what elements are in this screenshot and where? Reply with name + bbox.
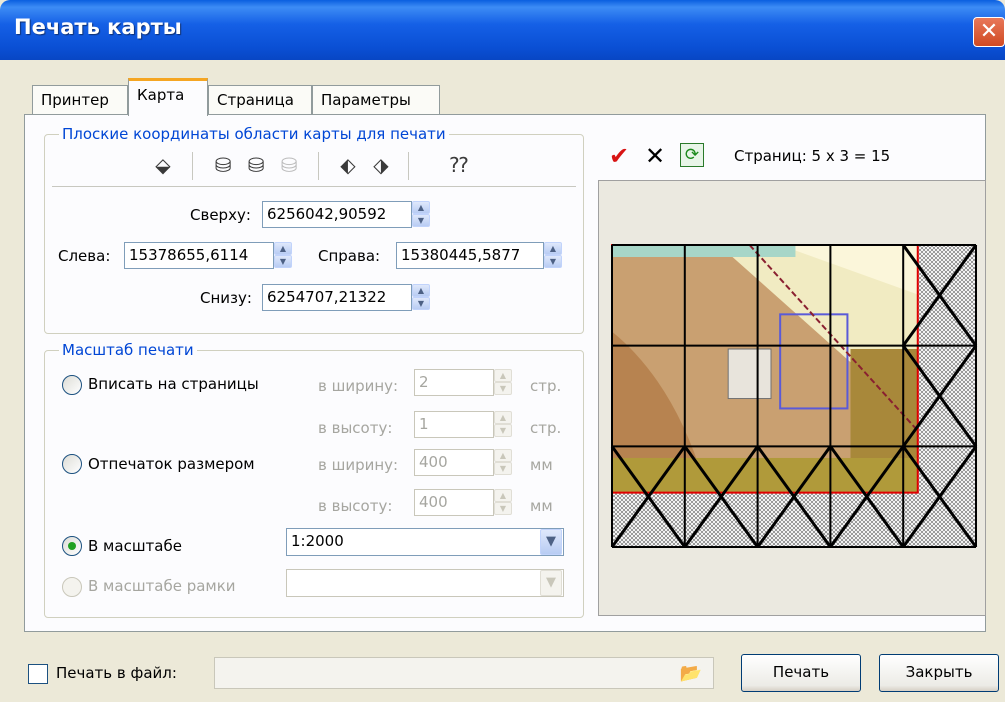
close-window-button[interactable]: ✕	[973, 17, 1005, 47]
frame-scale-radio[interactable]	[62, 577, 82, 597]
fit-width-spinner[interactable]: ▲ ▼	[494, 369, 512, 396]
coords-group-title: Плоские координаты области карты для печ…	[59, 125, 449, 143]
frame-scale-label: В масштабе рамки	[88, 577, 236, 595]
map-preview	[598, 180, 986, 616]
size-width-label: в ширину:	[318, 456, 399, 474]
close-button[interactable]: Закрыть	[879, 654, 999, 692]
fit-pages-radio[interactable]	[62, 375, 82, 395]
left-input[interactable]: 15378655,6114	[124, 242, 274, 269]
fit-pages-label: Вписать на страницы	[88, 375, 259, 393]
fit-height-label: в высоту:	[318, 419, 393, 437]
select-area-icon[interactable]: ⬖	[335, 152, 361, 178]
in-scale-label: В масштабе	[88, 537, 182, 555]
print-to-file-label: Печать в файл:	[56, 664, 177, 682]
frame-scale-dropdown-button[interactable]: ▼	[540, 570, 562, 596]
size-height-unit: мм	[530, 497, 553, 515]
fit-width-unit: стр.	[530, 377, 562, 395]
apply-check-icon[interactable]: ✔	[606, 143, 632, 169]
tab-parameters[interactable]: Параметры	[312, 85, 440, 115]
size-width-input[interactable]: 400	[414, 449, 494, 476]
print-to-file-checkbox[interactable]	[28, 664, 48, 684]
top-spinner[interactable]: ▲ ▼	[412, 201, 430, 228]
size-height-spinner[interactable]: ▲ ▼	[494, 489, 512, 516]
toolbar-divider	[52, 186, 576, 187]
left-label: Слева:	[58, 247, 111, 265]
tab-printer[interactable]: Принтер	[32, 85, 128, 115]
map-buildings	[727, 348, 772, 400]
right-label: Справа:	[318, 247, 381, 265]
toolbar-separator	[192, 152, 193, 180]
print-size-radio[interactable]	[62, 454, 82, 474]
map-water-strip	[612, 245, 796, 257]
top-label: Сверху:	[190, 206, 251, 224]
pages-count: Страниц: 5 х 3 = 15	[734, 147, 891, 165]
tab-map[interactable]: Карта	[128, 78, 208, 116]
size-height-label: в высоту:	[318, 497, 393, 515]
layers-selected-icon[interactable]: ⛁	[276, 152, 302, 178]
fit-width-label: в ширину:	[318, 377, 399, 395]
layers-all-icon[interactable]: ⛁	[210, 152, 236, 178]
fit-height-input[interactable]: 1	[414, 411, 494, 438]
size-width-spinner[interactable]: ▲ ▼	[494, 449, 512, 476]
bottom-label: Снизу:	[200, 289, 252, 307]
right-spinner[interactable]: ▲ ▼	[544, 242, 562, 269]
area-help-icon[interactable]: ⁇	[446, 152, 472, 178]
tab-page[interactable]: Страница	[208, 85, 312, 115]
bottom-input[interactable]: 6254707,21322	[262, 284, 412, 311]
print-map-dialog: Печать карты ✕ Принтер Карта Страница Па…	[0, 0, 1005, 702]
fit-width-input[interactable]: 2	[414, 369, 494, 396]
bottom-spinner[interactable]: ▲ ▼	[412, 284, 430, 311]
print-size-label: Отпечаток размером	[88, 455, 255, 473]
fit-height-unit: стр.	[530, 419, 562, 437]
scale-combobox[interactable]: 1:2000	[286, 528, 564, 556]
window-title: Печать карты	[14, 15, 182, 39]
area-from-frame-icon[interactable]: ⬗	[368, 152, 394, 178]
title-bar: Печать карты ✕	[0, 0, 1005, 60]
fit-height-spinner[interactable]: ▲ ▼	[494, 411, 512, 438]
top-input[interactable]: 6256042,90592	[262, 201, 412, 228]
radio-selected-dot	[68, 542, 76, 550]
scale-dropdown-button[interactable]: ▼	[540, 529, 562, 555]
size-height-input[interactable]: 400	[414, 489, 494, 516]
refresh-icon[interactable]: ⟳	[680, 143, 704, 167]
frame-scale-combobox[interactable]	[286, 569, 564, 597]
layers-visible-icon[interactable]: ⛁	[243, 152, 269, 178]
right-input[interactable]: 15380445,5877	[396, 242, 544, 269]
toolbar-separator	[318, 152, 319, 180]
page-grid-preview	[610, 244, 978, 548]
print-button[interactable]: Печать	[741, 654, 861, 692]
browse-folder-icon[interactable]: 📂	[678, 661, 704, 687]
center-map-icon[interactable]: ⬙	[150, 152, 176, 178]
toolbar-separator	[408, 152, 409, 180]
left-spinner[interactable]: ▲ ▼	[274, 242, 292, 269]
size-width-unit: мм	[530, 456, 553, 474]
cancel-x-icon[interactable]: ✕	[642, 143, 668, 169]
in-scale-radio[interactable]	[62, 536, 82, 556]
scale-group-title: Масштаб печати	[59, 341, 197, 359]
file-path-input[interactable]	[214, 657, 714, 689]
